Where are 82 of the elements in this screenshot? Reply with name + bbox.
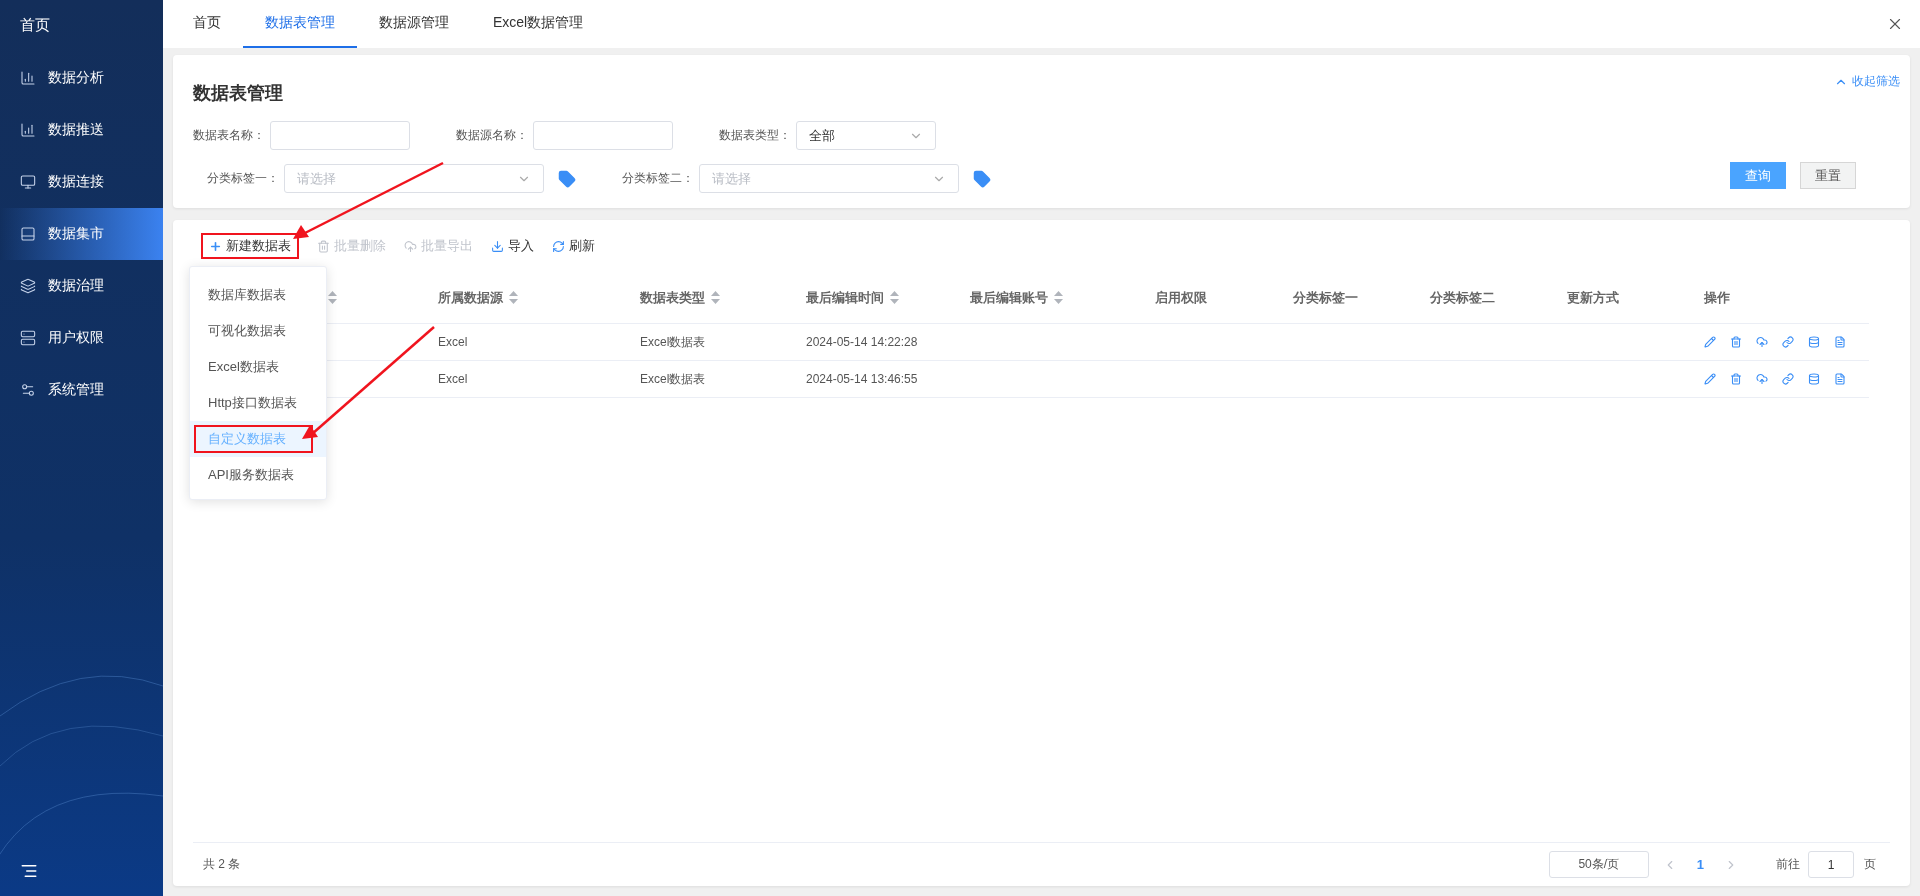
home-link[interactable]: 首页 bbox=[0, 0, 163, 52]
sidebar-item[interactable]: 数据连接 bbox=[0, 156, 163, 208]
database-icon[interactable] bbox=[1808, 373, 1820, 385]
tag-icon[interactable] bbox=[558, 169, 576, 188]
sidebar-item[interactable]: 数据推送 bbox=[0, 104, 163, 156]
select-field[interactable]: 全部 bbox=[796, 121, 936, 150]
table-cell: 2024-05-14 14:22:28 bbox=[806, 324, 970, 361]
field-label: 分类标签一： bbox=[207, 170, 280, 187]
sort-icon[interactable] bbox=[711, 291, 720, 304]
toolbar-button[interactable]: 刷新 bbox=[552, 237, 595, 255]
table-cell: Excel数据表 bbox=[640, 361, 806, 398]
table-cell: Excel bbox=[438, 361, 640, 398]
nav-icon bbox=[20, 174, 36, 190]
nav-icon bbox=[20, 122, 36, 138]
field-label: 数据源名称： bbox=[456, 127, 529, 144]
sort-icon[interactable] bbox=[1054, 291, 1063, 304]
collapse-filter-link[interactable]: 收起筛选 bbox=[1834, 73, 1900, 90]
menu-item[interactable]: Excel数据表 bbox=[190, 349, 326, 385]
tab[interactable]: 首页 bbox=[171, 0, 243, 48]
delete-icon[interactable] bbox=[1730, 373, 1742, 385]
database-icon[interactable] bbox=[1808, 336, 1820, 348]
tag-icon[interactable] bbox=[973, 169, 991, 188]
field-label: 数据表类型： bbox=[719, 127, 792, 144]
export-icon bbox=[404, 239, 417, 253]
upload-icon[interactable] bbox=[1756, 373, 1768, 385]
sidebar-item[interactable]: 用户权限 bbox=[0, 312, 163, 364]
column-header[interactable]: 操作 bbox=[1704, 272, 1869, 324]
link-icon[interactable] bbox=[1782, 336, 1794, 348]
column-header[interactable]: 最后编辑时间 bbox=[806, 272, 970, 324]
upload-icon[interactable] bbox=[1756, 336, 1768, 348]
page-input[interactable]: 1 bbox=[1808, 851, 1854, 878]
sidebar-item[interactable]: 数据治理 bbox=[0, 260, 163, 312]
column-header[interactable]: 更新方式 bbox=[1567, 272, 1704, 324]
field-label: 分类标签二： bbox=[622, 170, 695, 187]
menu-icon[interactable] bbox=[20, 862, 38, 880]
column-header[interactable]: 分类标签二 bbox=[1430, 272, 1567, 324]
sort-icon[interactable] bbox=[328, 291, 337, 304]
column-header[interactable]: 启用权限 bbox=[1155, 272, 1293, 324]
input-field[interactable] bbox=[270, 121, 410, 150]
toolbar-button[interactable]: 新建数据表 bbox=[209, 237, 291, 255]
column-header[interactable]: 所属数据源 bbox=[438, 272, 640, 324]
page-size-select[interactable]: 50条/页 bbox=[1548, 851, 1649, 878]
document-icon[interactable] bbox=[1834, 336, 1846, 348]
sidebar-item[interactable]: 数据分析 bbox=[0, 52, 163, 104]
menu-item[interactable]: 数据库数据表 bbox=[190, 277, 326, 313]
field-label: 数据表名称： bbox=[193, 127, 266, 144]
sort-icon[interactable] bbox=[509, 291, 518, 304]
input-field[interactable] bbox=[533, 121, 673, 150]
edit-icon[interactable] bbox=[1704, 373, 1716, 385]
table-cell: Excel bbox=[438, 324, 640, 361]
add-icon bbox=[209, 239, 222, 253]
refresh-icon bbox=[552, 239, 565, 253]
menu-item[interactable]: Http接口数据表 bbox=[190, 385, 326, 421]
toolbar-button[interactable]: 导入 bbox=[491, 237, 534, 255]
column-header[interactable]: 最后编辑账号 bbox=[970, 272, 1155, 324]
page-title: 数据表管理 bbox=[193, 82, 283, 105]
menu-item[interactable]: 可视化数据表 bbox=[190, 313, 326, 349]
import-icon bbox=[491, 239, 504, 253]
tab[interactable]: 数据源管理 bbox=[357, 0, 471, 48]
menu-item[interactable]: API服务数据表 bbox=[190, 457, 326, 493]
tab[interactable]: 数据表管理 bbox=[243, 0, 357, 48]
link-icon[interactable] bbox=[1782, 373, 1794, 385]
sort-icon[interactable] bbox=[890, 291, 899, 304]
table-cell: 2024-05-14 13:46:55 bbox=[806, 361, 970, 398]
nav-icon bbox=[20, 330, 36, 346]
column-header[interactable]: 数据表类型 bbox=[640, 272, 806, 324]
column-header[interactable]: 分类标签一 bbox=[1293, 272, 1430, 324]
tab[interactable]: Excel数据管理 bbox=[471, 0, 606, 48]
table-cell: Excel数据表 bbox=[640, 324, 806, 361]
reset-button[interactable]: 重置 bbox=[1800, 162, 1856, 189]
page-suffix: 页 bbox=[1864, 856, 1876, 873]
delete-icon bbox=[317, 239, 330, 253]
goto-label: 前往 bbox=[1776, 856, 1800, 873]
nav-icon bbox=[20, 382, 36, 398]
total-count: 共 2 条 bbox=[202, 856, 241, 873]
delete-icon[interactable] bbox=[1730, 336, 1742, 348]
document-icon[interactable] bbox=[1834, 373, 1846, 385]
nav-icon bbox=[20, 226, 36, 242]
sidebar-item[interactable]: 系统管理 bbox=[0, 364, 163, 416]
nav-icon bbox=[20, 278, 36, 294]
edit-icon[interactable] bbox=[1704, 336, 1716, 348]
nav-icon bbox=[20, 70, 36, 86]
